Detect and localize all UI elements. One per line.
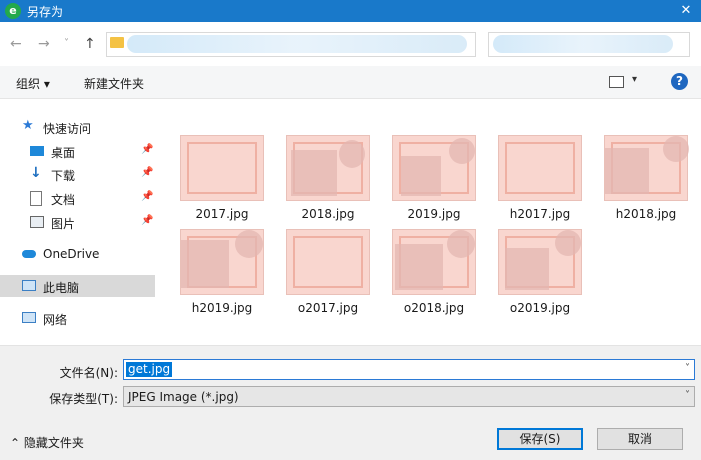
file-item[interactable]: o2019.jpg bbox=[494, 229, 586, 323]
download-icon: ↓ bbox=[30, 165, 42, 181]
network-icon bbox=[22, 312, 36, 323]
view-icon[interactable] bbox=[609, 76, 624, 88]
sidebar-item-label: 下载 bbox=[51, 169, 76, 183]
file-item[interactable]: h2019.jpg bbox=[176, 229, 268, 323]
sidebar-item-label: 文档 bbox=[51, 193, 76, 207]
sidebar-item-pictures[interactable]: 图片 📌 bbox=[0, 211, 155, 233]
picture-icon bbox=[30, 216, 44, 228]
thumbnail bbox=[286, 135, 370, 201]
file-type-value: JPEG Image (*.jpg) bbox=[128, 390, 239, 404]
address-bar: ← → ˅ ↑ ˅ bbox=[0, 22, 701, 66]
thumbnail bbox=[180, 229, 264, 295]
forward-button[interactable]: → bbox=[38, 36, 50, 52]
file-item[interactable]: o2017.jpg bbox=[282, 229, 374, 323]
chevron-down-icon: ˅ bbox=[685, 390, 690, 401]
hide-folders-button[interactable]: ⌃ 隐藏文件夹 bbox=[10, 434, 84, 451]
file-name: 2018.jpg bbox=[301, 207, 355, 221]
pin-icon[interactable]: 📌 bbox=[141, 144, 153, 155]
sidebar-item-this-pc[interactable]: 此电脑 bbox=[0, 275, 155, 297]
toolbar: 组织 ▾ 新建文件夹 ▾ ? bbox=[0, 66, 701, 99]
thumbnail bbox=[286, 229, 370, 295]
file-name: 2019.jpg bbox=[407, 207, 461, 221]
file-item[interactable]: 2017.jpg bbox=[176, 135, 268, 229]
chevron-down-icon[interactable]: ˅ bbox=[685, 363, 690, 374]
file-list: 2017.jpg 2018.jpg 2019.jpg h2017.jpg h20… bbox=[155, 99, 701, 345]
sidebar-item-label: 图片 bbox=[51, 217, 76, 231]
sidebar-item-label: 快速访问 bbox=[43, 122, 92, 136]
file-item[interactable]: h2017.jpg bbox=[494, 135, 586, 229]
file-name: o2017.jpg bbox=[297, 301, 359, 315]
app-icon: e bbox=[5, 3, 21, 19]
address-path[interactable]: ˅ bbox=[106, 32, 560, 57]
blurred-path bbox=[127, 35, 467, 53]
close-button[interactable]: ✕ bbox=[671, 0, 701, 22]
file-name: h2017.jpg bbox=[509, 207, 571, 221]
thumbnail bbox=[498, 229, 582, 295]
sidebar-item-label: 桌面 bbox=[51, 146, 76, 160]
blurred-search bbox=[493, 35, 673, 53]
file-item[interactable]: 2018.jpg bbox=[282, 135, 374, 229]
document-icon bbox=[30, 191, 42, 206]
file-item[interactable]: h2018.jpg bbox=[600, 135, 692, 229]
thumbnail bbox=[392, 229, 476, 295]
search-input[interactable] bbox=[488, 32, 690, 57]
file-item[interactable]: 2019.jpg bbox=[388, 135, 480, 229]
window-title: 另存为 bbox=[27, 5, 64, 19]
file-name: o2019.jpg bbox=[509, 301, 571, 315]
filename-label: 文件名(N): bbox=[59, 366, 118, 380]
file-name: h2019.jpg bbox=[191, 301, 253, 315]
thumbnail bbox=[392, 135, 476, 201]
save-button[interactable]: 保存(S) bbox=[497, 428, 583, 450]
sidebar-item-label: OneDrive bbox=[43, 247, 100, 261]
file-name: 2017.jpg bbox=[195, 207, 249, 221]
filename-input[interactable]: get.jpg ˅ bbox=[123, 359, 695, 380]
title-bar: e 另存为 ✕ bbox=[0, 0, 701, 22]
filename-value: get.jpg bbox=[126, 362, 173, 377]
cancel-button[interactable]: 取消 bbox=[597, 428, 683, 450]
recent-locations-button[interactable]: ˅ bbox=[64, 38, 69, 49]
file-type-label: 保存类型(T): bbox=[49, 392, 118, 406]
pin-icon[interactable]: 📌 bbox=[141, 215, 153, 226]
pin-icon[interactable]: 📌 bbox=[141, 191, 153, 202]
sidebar-item-desktop[interactable]: 桌面 📌 bbox=[0, 140, 155, 162]
organize-button[interactable]: 组织 ▾ bbox=[16, 75, 50, 92]
cloud-icon bbox=[22, 250, 36, 258]
file-name: h2018.jpg bbox=[615, 207, 677, 221]
navigation-pane: ★ 快速访问 桌面 📌 ↓ 下载 📌 文档 📌 图片 📌 OneDrive 此电… bbox=[0, 99, 155, 345]
thumbnail bbox=[604, 135, 689, 201]
desktop-icon bbox=[30, 146, 44, 156]
thumbnail bbox=[498, 135, 582, 201]
file-item[interactable]: o2018.jpg bbox=[388, 229, 480, 323]
file-type-select[interactable]: JPEG Image (*.jpg) ˅ bbox=[123, 386, 695, 407]
save-panel: 文件名(N): get.jpg ˅ 保存类型(T): JPEG Image (*… bbox=[0, 345, 701, 460]
file-name: o2018.jpg bbox=[403, 301, 465, 315]
view-options-button[interactable]: ▾ bbox=[632, 74, 637, 85]
sidebar-item-downloads[interactable]: ↓ 下载 📌 bbox=[0, 163, 155, 185]
help-icon[interactable]: ? bbox=[671, 73, 688, 90]
new-folder-button[interactable]: 新建文件夹 bbox=[84, 75, 144, 92]
sidebar-item-network[interactable]: 网络 bbox=[0, 307, 155, 329]
sidebar-item-documents[interactable]: 文档 📌 bbox=[0, 187, 155, 209]
sidebar-item-quick-access[interactable]: ★ 快速访问 bbox=[0, 116, 155, 138]
computer-icon bbox=[22, 280, 36, 291]
pin-icon[interactable]: 📌 bbox=[141, 167, 153, 178]
up-button[interactable]: ↑ bbox=[84, 36, 96, 52]
folder-icon bbox=[110, 37, 124, 48]
star-icon: ★ bbox=[22, 118, 34, 133]
sidebar-item-onedrive[interactable]: OneDrive bbox=[0, 243, 155, 265]
thumbnail bbox=[180, 135, 264, 201]
sidebar-item-label: 网络 bbox=[43, 313, 68, 327]
back-button[interactable]: ← bbox=[10, 36, 22, 52]
sidebar-item-label: 此电脑 bbox=[43, 281, 80, 295]
